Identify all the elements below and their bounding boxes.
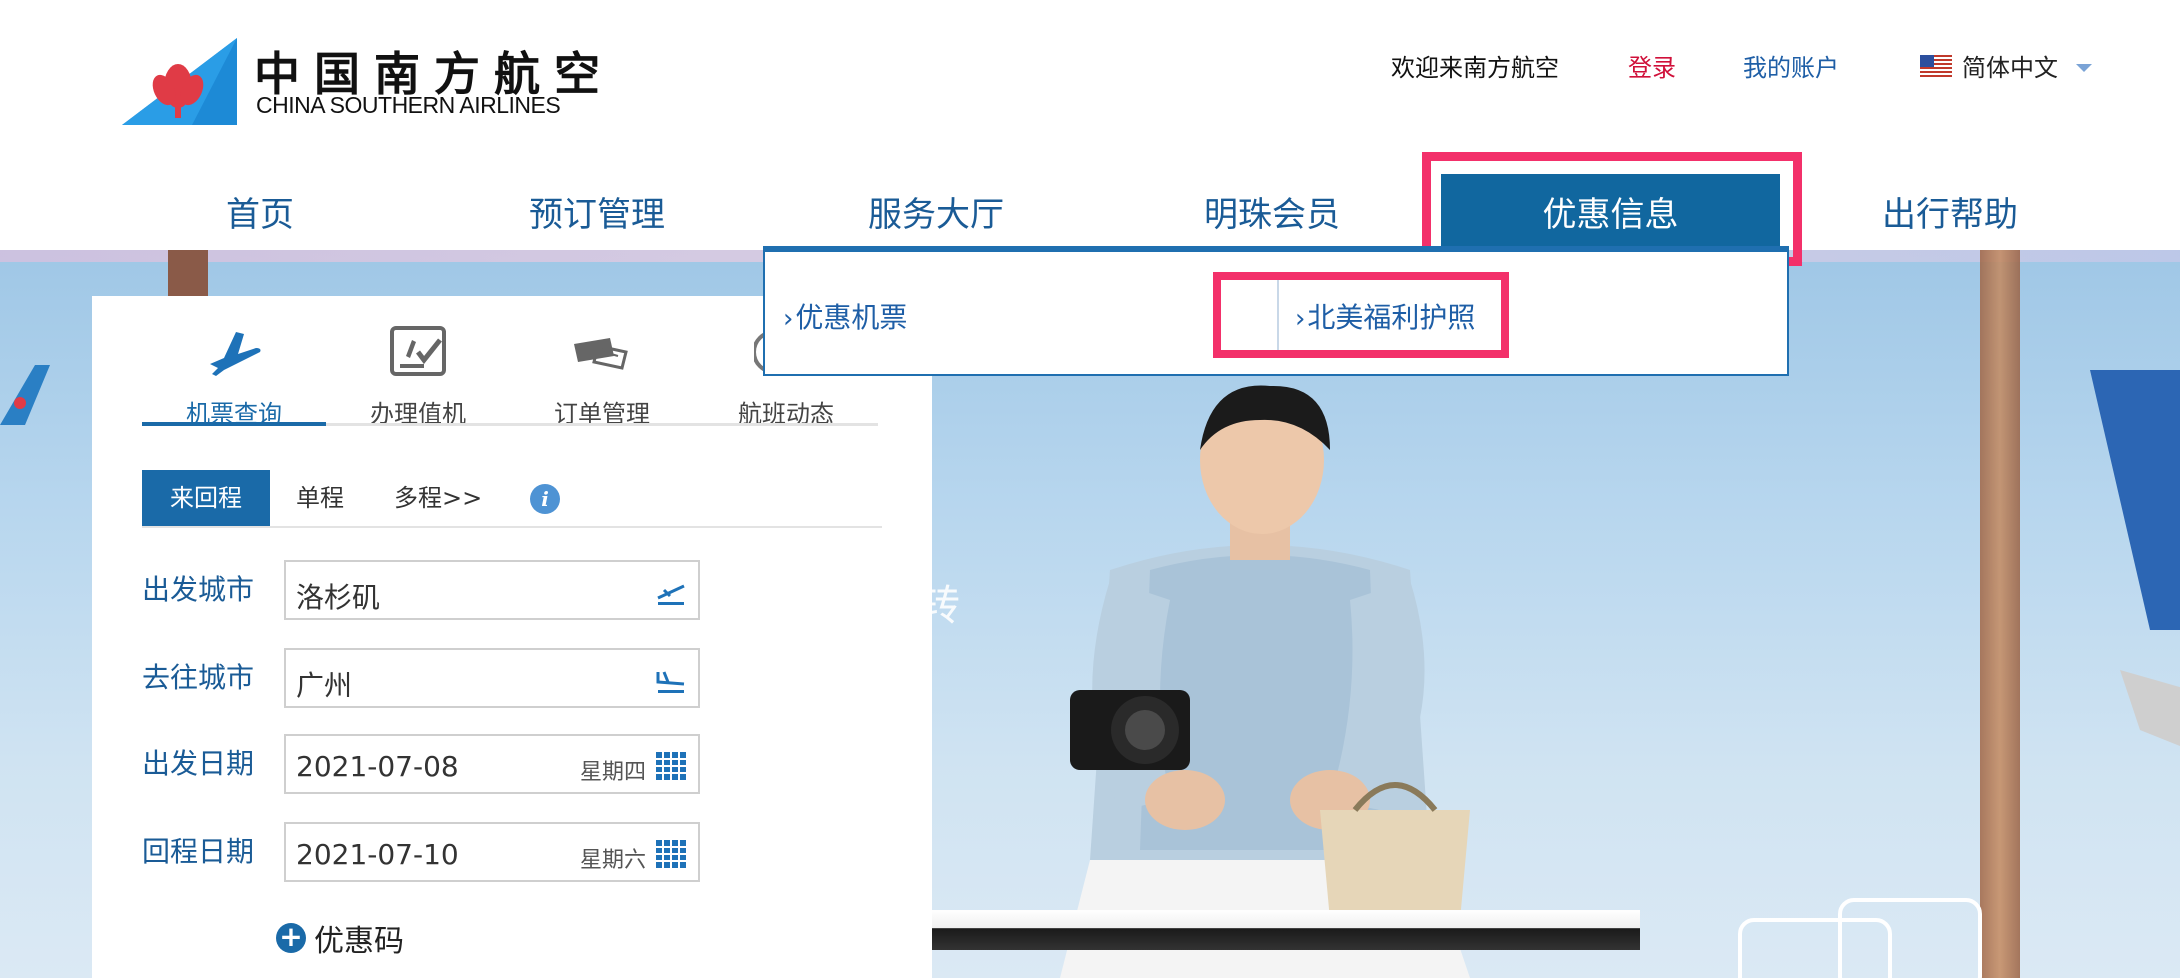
hero-pole-right — [1980, 250, 2020, 978]
nav-pearl-member[interactable]: 明珠会员 — [1172, 172, 1372, 250]
takeoff-icon — [657, 584, 685, 605]
return-weekday: 星期六 — [579, 848, 646, 873]
return-date-input[interactable]: 2021-07-10 星期六 — [284, 822, 700, 882]
departure-date-label: 出发日期 — [142, 747, 255, 780]
trip-multi-city[interactable]: 多程>> — [394, 470, 482, 526]
tab-order-management[interactable]: 订单管理 — [510, 322, 694, 428]
trip-one-way[interactable]: 单程 — [296, 470, 344, 526]
hero-pole-left — [168, 250, 208, 300]
chevron-down-icon — [2076, 63, 2092, 72]
tab-flight-search[interactable]: 机票查询 — [142, 322, 326, 428]
arrival-city-label: 去往城市 — [142, 661, 255, 694]
hero-plane-tail-icon — [0, 365, 50, 425]
language-label: 简体中文 — [1962, 54, 2058, 82]
china-southern-logo[interactable]: 中国南方航空 CHINA SOUTHERN AIRLINES — [122, 38, 600, 128]
hero-bag-photo — [1320, 782, 1470, 920]
active-tab-indicator — [142, 422, 326, 426]
my-account-link[interactable]: 我的账户 — [1743, 48, 1839, 83]
trip-type-selector: 来回程 单程 多程>> i — [142, 470, 882, 528]
site-header: 中国南方航空 CHINA SOUTHERN AIRLINES 欢迎来南方航空 登… — [0, 0, 2180, 140]
welcome-text: 欢迎来南方航空 — [1391, 54, 1559, 82]
flight-booking-panel: 机票查询 办理值机 订单管理 航班动态 来回程 单程 多程>> i 出发城市 洛… — [92, 296, 932, 978]
nav-service-hall[interactable]: 服务大厅 — [836, 172, 1036, 250]
ticket-icon — [574, 338, 628, 370]
us-flag-icon — [1920, 54, 1952, 77]
arrival-city-value: 广州 — [296, 669, 353, 702]
chevron-right-icon: › — [783, 304, 794, 334]
calendar-icon[interactable] — [654, 750, 688, 782]
hero-plane-wing-icon — [2090, 370, 2180, 746]
promo-code-toggle[interactable]: + 优惠码 — [276, 916, 404, 960]
airline-tail-icon — [122, 38, 237, 125]
arrival-city-input[interactable]: 广州 — [284, 648, 700, 708]
airplane-icon — [210, 332, 261, 376]
menu-item-discount-tickets[interactable]: ›优惠机票 — [783, 296, 907, 336]
nav-home[interactable]: 首页 — [160, 172, 360, 250]
checkin-icon — [390, 326, 446, 376]
promo-code-label: 优惠码 — [314, 924, 404, 959]
tab-checkin[interactable]: 办理值机 — [326, 322, 510, 428]
hero-bench — [920, 910, 1640, 950]
plus-circle-icon: + — [276, 923, 306, 953]
language-selector[interactable]: 简体中文 — [1920, 48, 2092, 83]
departure-city-input[interactable]: 洛杉矶 — [284, 560, 700, 620]
calendar-icon[interactable] — [654, 838, 688, 870]
menu-item-discount-tickets-label: 优惠机票 — [795, 301, 908, 334]
hero-suitcase-drawing — [1738, 898, 1982, 978]
nav-booking-management[interactable]: 预订管理 — [497, 172, 697, 250]
nav-travel-help[interactable]: 出行帮助 — [1850, 172, 2050, 250]
landing-icon — [656, 671, 685, 693]
departure-date-value: 2021-07-08 — [296, 750, 459, 783]
main-nav: 首页 预订管理 服务大厅 明珠会员 优惠信息 出行帮助 — [0, 172, 2180, 250]
info-icon[interactable]: i — [530, 484, 560, 514]
logo-text-en: CHINA SOUTHERN AIRLINES — [256, 92, 561, 118]
return-date-value: 2021-07-10 — [296, 838, 459, 871]
trip-round-trip[interactable]: 来回程 — [142, 470, 270, 526]
departure-city-label: 出发城市 — [142, 573, 255, 606]
departure-weekday: 星期四 — [579, 760, 646, 785]
departure-date-input[interactable]: 2021-07-08 星期四 — [284, 734, 700, 794]
return-date-label: 回程日期 — [142, 835, 255, 868]
login-link[interactable]: 登录 — [1628, 48, 1676, 83]
passport-item-highlight-box — [1213, 272, 1509, 358]
departure-city-value: 洛杉矶 — [296, 581, 381, 614]
